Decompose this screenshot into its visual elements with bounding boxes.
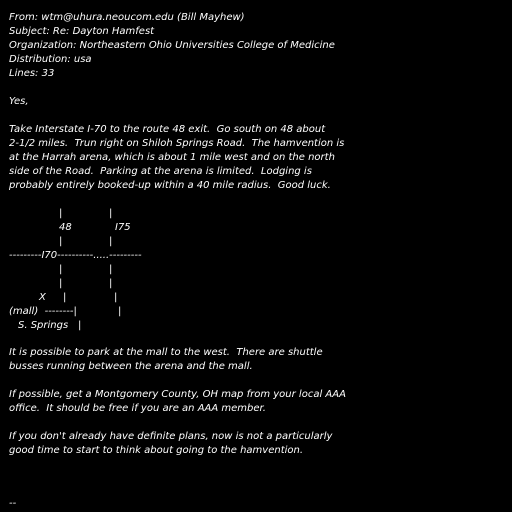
header-subject: Subject: Re: Dayton Hamfest — [9, 26, 155, 37]
directions-line: probably entirely booked-up within a 40 … — [9, 180, 331, 191]
map-road-i75-bar: | — [118, 306, 122, 317]
closing-line: If you don't already have definite plans… — [9, 431, 333, 442]
directions-line: Take Interstate I-70 to the route 48 exi… — [9, 124, 326, 135]
map-road-i75-bar: | — [109, 278, 113, 289]
map-road-48-bar: | — [63, 292, 67, 303]
greeting: Yes, — [9, 96, 29, 107]
message-body-continued: It is possible to park at the mall to th… — [9, 346, 504, 458]
map-road-48-bar: | — [59, 278, 63, 289]
map-road-springs-bar: | — [78, 320, 82, 331]
map-mall-road: (mall) --------| — [9, 306, 77, 317]
ascii-map: | | 48 I75 | | ---------I70----------...… — [9, 206, 209, 336]
message-document: From: wtm@uhura.neoucom.edu (Bill Mayhew… — [9, 11, 504, 193]
map-road-i75-bar: | — [109, 264, 113, 275]
map-label-springs: S. Springs — [18, 320, 69, 331]
header-lines: Lines: 33 — [9, 68, 55, 79]
signature-separator: -- — [9, 498, 17, 509]
map-x-mark: X — [39, 292, 46, 303]
directions-line: at the Harrah arena, which is about 1 mi… — [9, 152, 335, 163]
header-distribution: Distribution: usa — [9, 54, 92, 65]
map-label-i75: I75 — [115, 222, 131, 233]
map-road-48-bar: | — [59, 236, 63, 247]
map-road-i75-bar: | — [109, 236, 113, 247]
map-advice-line: office. It should be free if you are an … — [9, 403, 266, 414]
map-road-48-bar: | — [59, 264, 63, 275]
directions-line: 2-1/2 miles. Trun right on Shiloh Spring… — [9, 138, 345, 149]
header-from: From: wtm@uhura.neoucom.edu (Bill Mayhew… — [9, 12, 245, 23]
closing-line: good time to start to think about going … — [9, 445, 304, 456]
map-road-i75-bar: | — [109, 208, 113, 219]
header-organization: Organization: Northeastern Ohio Universi… — [9, 40, 335, 51]
parking-line: busses running between the arena and the… — [9, 361, 253, 372]
parking-line: It is possible to park at the mall to th… — [9, 347, 323, 358]
map-i70-road: ---------I70----------.....--------- — [9, 250, 142, 261]
map-road-i75-bar: | — [114, 292, 118, 303]
map-road-48-bar: | — [59, 208, 63, 219]
map-advice-line: If possible, get a Montgomery County, OH… — [9, 389, 346, 400]
map-label-48: 48 — [59, 222, 72, 233]
directions-line: side of the Road. Parking at the arena i… — [9, 166, 312, 177]
